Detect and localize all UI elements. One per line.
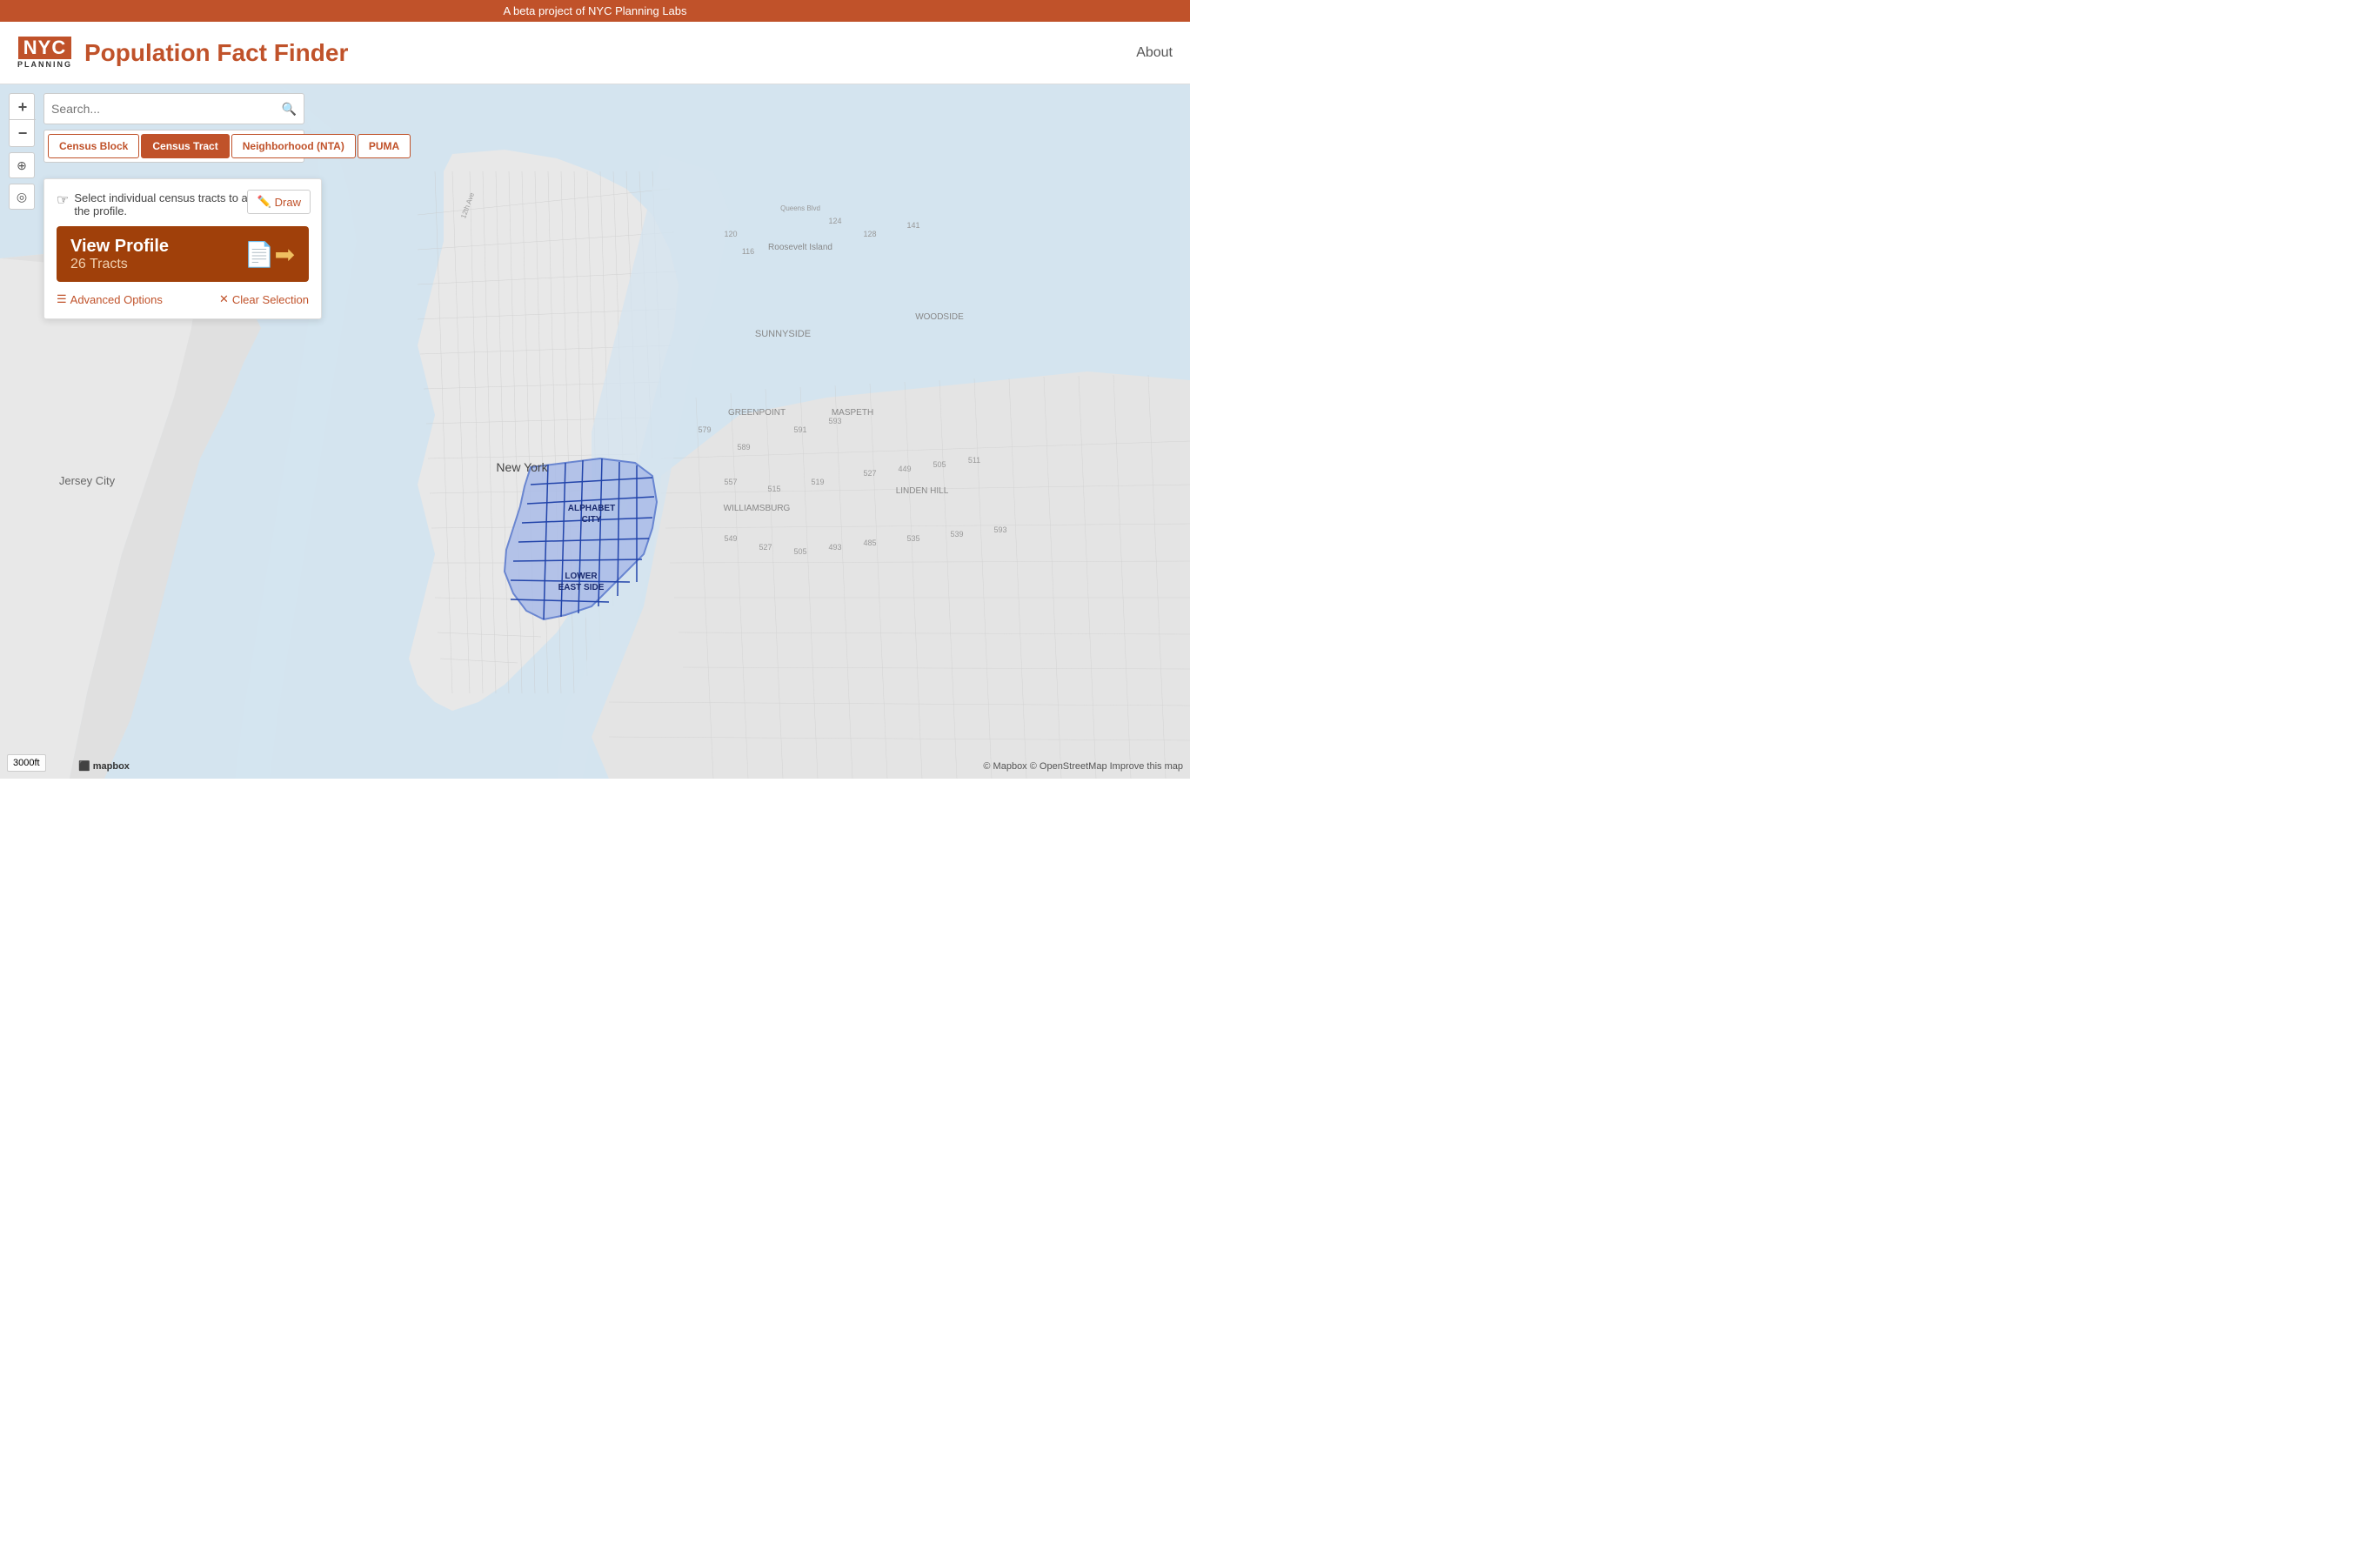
bottom-actions: ☰ Advanced Options ✕ Clear Selection: [57, 292, 309, 306]
clear-selection-button[interactable]: ✕ Clear Selection: [219, 292, 309, 306]
advanced-options-button[interactable]: ☰ Advanced Options: [57, 292, 163, 306]
zoom-out-button[interactable]: −: [10, 120, 36, 146]
svg-text:Roosevelt Island: Roosevelt Island: [768, 243, 832, 252]
svg-text:WILLIAMSBURG: WILLIAMSBURG: [724, 504, 791, 513]
svg-text:LINDEN HILL: LINDEN HILL: [896, 486, 949, 496]
advanced-options-icon: ☰: [57, 292, 67, 306]
svg-text:Queens Blvd: Queens Blvd: [780, 204, 820, 212]
svg-text:141: 141: [906, 221, 919, 230]
svg-text:527: 527: [863, 469, 876, 478]
zoom-in-button[interactable]: +: [10, 94, 36, 120]
search-box: 🔍: [43, 93, 304, 124]
svg-text:116: 116: [742, 247, 754, 256]
svg-text:505: 505: [793, 547, 806, 556]
select-hand-icon: ☞: [57, 191, 69, 209]
map-container[interactable]: ALPHABET CITY LOWER EAST SIDE New York J…: [0, 84, 1190, 779]
search-container: 🔍 Census Block Census Tract Neighborhood…: [43, 93, 304, 163]
nyc-planning-logo: NYC PLANNING: [17, 37, 72, 69]
compass-icon: ⊕: [17, 158, 27, 173]
census-block-tab[interactable]: Census Block: [48, 134, 139, 158]
search-input[interactable]: [51, 102, 282, 116]
nyc-logo-bottom: PLANNING: [17, 61, 72, 69]
svg-text:ALPHABET: ALPHABET: [568, 504, 615, 513]
svg-text:485: 485: [863, 539, 876, 547]
svg-text:519: 519: [811, 478, 824, 486]
view-profile-label: View Profile: [70, 237, 169, 257]
svg-text:579: 579: [698, 425, 711, 434]
neighborhood-tab[interactable]: Neighborhood (NTA): [231, 134, 356, 158]
draw-button[interactable]: ✏️ Draw: [247, 190, 311, 214]
draw-label: Draw: [275, 196, 301, 209]
view-profile-arrow-icon: 📄➡: [244, 240, 295, 269]
header-left: NYC PLANNING Population Fact Finder: [17, 37, 348, 69]
svg-text:593: 593: [993, 525, 1006, 534]
mapbox-logo: ⬛ mapbox: [78, 760, 130, 772]
map-credit: © Mapbox © OpenStreetMap Improve this ma…: [983, 761, 1183, 772]
svg-text:Jersey City: Jersey City: [59, 474, 116, 487]
svg-text:493: 493: [828, 543, 841, 552]
svg-text:WOODSIDE: WOODSIDE: [915, 312, 964, 322]
svg-text:515: 515: [767, 485, 780, 493]
svg-text:120: 120: [724, 230, 737, 238]
view-profile-text: View Profile 26 Tracts: [70, 237, 169, 272]
svg-text:591: 591: [793, 425, 806, 434]
improve-map-link[interactable]: Improve this map: [1110, 761, 1183, 772]
locate-icon: ◎: [17, 190, 27, 204]
scale-bar: 3000ft: [7, 754, 46, 772]
svg-text:535: 535: [906, 534, 919, 543]
app-header: NYC PLANNING Population Fact Finder Abou…: [0, 22, 1190, 84]
svg-text:EAST SIDE: EAST SIDE: [558, 583, 605, 592]
svg-text:CITY: CITY: [582, 515, 602, 525]
svg-text:124: 124: [828, 217, 841, 225]
svg-text:128: 128: [863, 230, 876, 238]
svg-text:527: 527: [759, 543, 772, 552]
svg-text:New York: New York: [496, 460, 548, 474]
locate-button[interactable]: ◎: [9, 184, 35, 210]
compass-button[interactable]: ⊕: [9, 152, 35, 178]
clear-icon: ✕: [219, 292, 229, 306]
svg-text:539: 539: [950, 530, 963, 539]
svg-text:GREENPOINT: GREENPOINT: [728, 408, 786, 418]
geography-tabs: Census Block Census Tract Neighborhood (…: [43, 130, 304, 163]
mapbox-logo-text: ⬛ mapbox: [78, 760, 130, 772]
selection-panel: ☞ Select individual census tracts to add…: [43, 178, 322, 319]
view-profile-count: 26 Tracts: [70, 257, 169, 272]
about-link[interactable]: About: [1136, 45, 1173, 61]
app-title: Population Fact Finder: [84, 39, 348, 67]
svg-text:593: 593: [828, 417, 841, 425]
svg-text:449: 449: [898, 465, 911, 473]
view-profile-button[interactable]: View Profile 26 Tracts 📄➡: [57, 226, 309, 282]
search-icon[interactable]: 🔍: [282, 102, 297, 117]
draw-icon: ✏️: [257, 195, 271, 209]
map-credit-text: © Mapbox © OpenStreetMap: [983, 761, 1106, 772]
zoom-controls: + −: [9, 93, 35, 147]
nyc-logo-top: NYC: [18, 37, 71, 59]
beta-banner: A beta project of NYC Planning Labs: [0, 0, 1190, 22]
svg-text:549: 549: [724, 534, 737, 543]
clear-selection-label: Clear Selection: [232, 293, 309, 306]
map-controls: + − ⊕ ◎: [9, 93, 35, 210]
advanced-options-label: Advanced Options: [70, 293, 163, 306]
svg-text:589: 589: [737, 443, 750, 452]
scale-label: 3000ft: [13, 758, 40, 768]
svg-text:557: 557: [724, 478, 737, 486]
svg-text:LOWER: LOWER: [565, 572, 598, 581]
census-tract-tab[interactable]: Census Tract: [141, 134, 229, 158]
puma-tab[interactable]: PUMA: [358, 134, 411, 158]
svg-text:511: 511: [968, 456, 980, 465]
svg-text:SUNNYSIDE: SUNNYSIDE: [755, 329, 811, 339]
svg-text:505: 505: [933, 460, 946, 469]
beta-banner-text: A beta project of NYC Planning Labs: [503, 4, 686, 17]
